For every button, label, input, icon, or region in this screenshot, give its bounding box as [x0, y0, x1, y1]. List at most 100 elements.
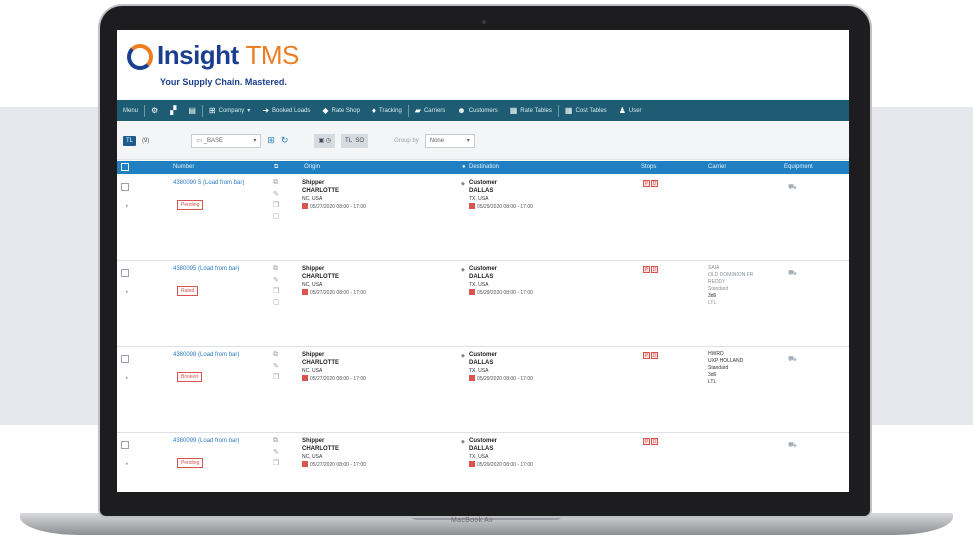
- edit-icon[interactable]: ✎: [273, 448, 279, 456]
- load-number-link[interactable]: 4380095 (Load from bar): [173, 265, 263, 273]
- edit-icon[interactable]: ✎: [273, 276, 280, 284]
- carrier-name: OLD DOMINION FR: [708, 272, 754, 278]
- stops-cell[interactable]: PD: [643, 438, 658, 445]
- table-row[interactable]: ▸ 4380090 5 (Load from bar) Pending ⧉ ✎ ❐ ▢…: [117, 175, 849, 261]
- menu-item-company[interactable]: ⊞ Company ▾: [203, 106, 256, 115]
- row-checkbox[interactable]: [121, 183, 129, 191]
- table-row[interactable]: ▸ 4380098 (Load from bar) Booked ⧉ ✎ ❐ Shi…: [117, 347, 849, 433]
- column-number[interactable]: Number: [173, 164, 194, 170]
- hierarchy-filter-icon[interactable]: ⊞: [267, 135, 275, 146]
- menu-label: Company: [218, 107, 245, 114]
- table-row[interactable]: ▸ 4380099 (Load from bar) Pending ⧉ ✎ ❐ Sh…: [117, 433, 849, 492]
- refresh-icon[interactable]: ↻: [281, 135, 289, 146]
- group-by-select[interactable]: None ▾: [424, 133, 475, 148]
- destination-region: TX, USA: [469, 454, 489, 460]
- stops-cell[interactable]: PD: [643, 352, 658, 359]
- expand-icon[interactable]: ▸: [126, 203, 129, 209]
- menu-item-user[interactable]: ♟ User: [613, 106, 648, 115]
- destination-cell: Customer DALLAS TX, USA 05/29/2020 08:00…: [469, 265, 533, 297]
- destination-region: TX, USA: [469, 196, 489, 202]
- hierarchy-button[interactable]: ▞: [164, 106, 182, 115]
- origin-city: CHARLOTTE: [302, 188, 339, 194]
- calendar-toggle[interactable]: ▣ ◷: [314, 133, 336, 148]
- destination-city: DALLAS: [469, 360, 494, 366]
- brand-name-text: Insight: [157, 40, 239, 70]
- menu-item-cost-tables[interactable]: ▦ Cost Tables: [559, 106, 613, 115]
- menu-label: Booked Loads: [272, 107, 311, 114]
- stop-pickup-icon: P: [643, 438, 650, 445]
- clone-icon[interactable]: ❐: [273, 459, 279, 467]
- expand-icon[interactable]: ▸: [126, 461, 129, 467]
- column-origin[interactable]: Origin: [304, 164, 320, 170]
- edit-icon[interactable]: ✎: [273, 190, 280, 198]
- equipment-truck-icon: ⛟: [788, 442, 797, 449]
- column-destination[interactable]: Destination: [469, 164, 499, 170]
- clone-icon[interactable]: ❐: [273, 373, 279, 381]
- table-row[interactable]: ▸ 4380095 (Load from bar) Rated ⧉ ✎ ❐ ▢ Shi…: [117, 261, 849, 347]
- column-stops[interactable]: Stops: [641, 164, 656, 170]
- stops-cell[interactable]: PD: [643, 266, 658, 273]
- copy-icon[interactable]: ⧉: [273, 265, 280, 273]
- origin-date: 05/27/2020 08:00 - 17:00: [310, 290, 366, 296]
- menu-item-carriers[interactable]: ▰ Carriers: [409, 106, 452, 115]
- gear-button[interactable]: ⚙: [145, 106, 164, 115]
- origin-date: 05/27/2020 08:00 - 17:00: [310, 204, 366, 210]
- document-icon[interactable]: ▢: [273, 298, 280, 306]
- column-equipment[interactable]: Equipment: [784, 164, 813, 170]
- copy-icon[interactable]: ⧉: [273, 351, 279, 359]
- stops-cell[interactable]: PD: [643, 180, 658, 187]
- filter-select[interactable]: ▭ _BASE ▾: [191, 133, 262, 148]
- expand-icon[interactable]: ▸: [126, 375, 129, 381]
- copy-icon[interactable]: ⧉: [273, 179, 280, 187]
- calendar-icon: [302, 461, 308, 468]
- menu-item-rate-shop[interactable]: ◆ Rate Shop: [316, 106, 366, 115]
- status-badge: Pending: [177, 200, 204, 210]
- group-by-label: Group by: [394, 137, 419, 144]
- gear-icon: ⚙: [151, 106, 159, 115]
- origin-region: NC, USA: [302, 454, 323, 460]
- status-badge: Pending: [177, 458, 204, 468]
- select-all-checkbox[interactable]: [121, 163, 129, 171]
- row-actions: ⧉ ✎ ❐ ▢: [273, 265, 280, 306]
- carrier-mode: LTL: [708, 379, 717, 385]
- calendar-icon: [302, 289, 308, 296]
- row-checkbox[interactable]: [121, 269, 129, 277]
- menu-item-booked-loads[interactable]: ➔ Booked Loads: [256, 106, 316, 115]
- menu-label: Rate Shop: [331, 107, 360, 114]
- load-number-link[interactable]: 4380098 (Load from bar): [173, 351, 263, 359]
- row-checkbox[interactable]: [121, 355, 129, 363]
- load-number-link[interactable]: 4380099 (Load from bar): [173, 437, 263, 445]
- carrier-transit: 3d6: [708, 293, 717, 299]
- destination-region: TX, USA: [469, 282, 489, 288]
- folder-icon: ▭: [196, 138, 204, 144]
- destination-city: DALLAS: [469, 446, 494, 452]
- destination-date: 05/29/2020 08:00 - 17:00: [477, 290, 533, 296]
- document-button[interactable]: ▤: [182, 106, 202, 115]
- menu-item-menu[interactable]: Menu: [117, 108, 144, 114]
- mode-tl[interactable]: TL: [345, 138, 352, 144]
- menu-item-rate-tables[interactable]: ▦ Rate Tables: [504, 106, 558, 115]
- carrier-service: Standard: [708, 286, 729, 292]
- copy-icon[interactable]: ⧉: [273, 437, 279, 445]
- route-icon: ◆: [461, 353, 465, 359]
- clone-icon[interactable]: ❐: [273, 201, 280, 209]
- carrier-scac: SAIA: [708, 265, 720, 271]
- destination-cell: Customer DALLAS TX, USA 05/29/2020 08:00…: [469, 179, 533, 211]
- document-icon[interactable]: ▢: [273, 212, 280, 220]
- tl-badge[interactable]: TL: [123, 135, 137, 146]
- mode-toggle[interactable]: TL SO: [341, 133, 369, 148]
- menu-item-customers[interactable]: ☻ Customers: [451, 106, 503, 115]
- brand-suffix: TMS: [245, 40, 299, 70]
- destination-name: Customer: [469, 180, 498, 186]
- carrier-cell: SAIA OLD DOMINION FR REDDY Standard 3d6 …: [708, 265, 753, 307]
- calendar-icon: [302, 375, 308, 382]
- column-carrier[interactable]: Carrier: [708, 164, 726, 170]
- row-checkbox[interactable]: [121, 441, 129, 449]
- copy-icon[interactable]: ⧉: [274, 164, 278, 171]
- load-number-link[interactable]: 4380090 5 (Load from bar): [173, 179, 263, 187]
- expand-icon[interactable]: ▸: [126, 289, 129, 295]
- menu-item-tracking[interactable]: ♦ Tracking: [366, 106, 408, 115]
- mode-so[interactable]: SO: [355, 138, 364, 144]
- clone-icon[interactable]: ❐: [273, 287, 280, 295]
- edit-icon[interactable]: ✎: [273, 362, 279, 370]
